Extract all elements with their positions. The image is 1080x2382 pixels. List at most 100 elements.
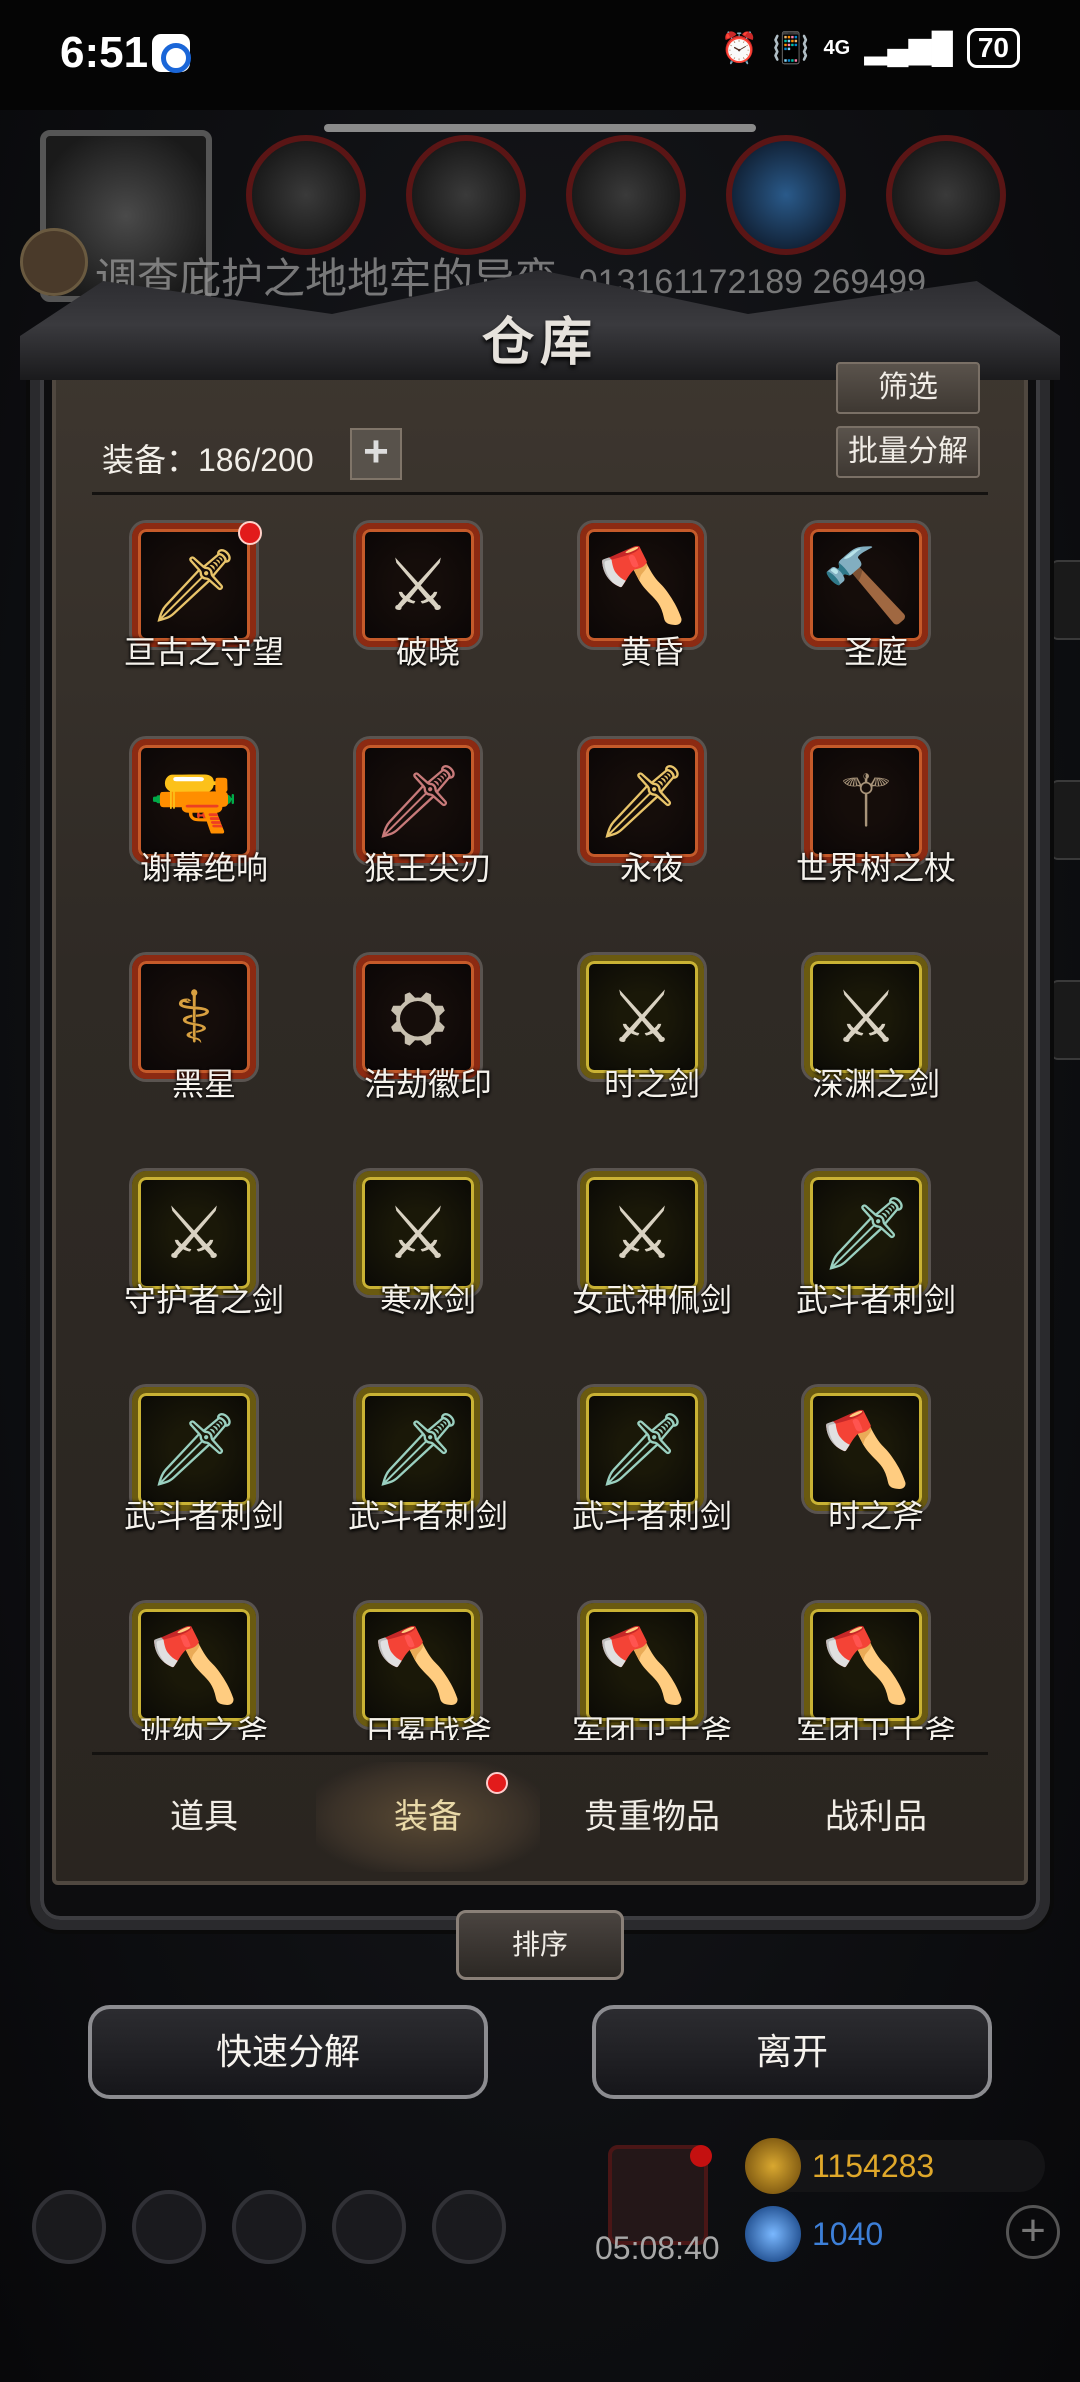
batch-decompose-button[interactable]: 批量分解 bbox=[836, 426, 980, 478]
tab-label: 装备 bbox=[394, 1798, 462, 1836]
inventory-item[interactable]: 🪓 黄昏 bbox=[540, 505, 764, 721]
gift-alert-dot bbox=[690, 2145, 712, 2167]
skill-slot-4 bbox=[726, 135, 846, 255]
item-name: 日冕战斧 bbox=[363, 1714, 492, 1740]
status-bar: 6:51 ⏰ 📳 4G ▂▄▆█ 70 bbox=[0, 0, 1080, 110]
axe-icon: 🪓 bbox=[597, 542, 687, 627]
inventory-item[interactable]: 🗡 永夜 bbox=[540, 721, 764, 937]
inventory-item[interactable]: 🗡 武斗者刺剑 bbox=[316, 1369, 540, 1585]
inventory-item[interactable]: 🗡 亘古之守望 bbox=[92, 505, 316, 721]
revolver-icon: 🔫 bbox=[149, 758, 239, 843]
hud-star-icon bbox=[132, 2190, 206, 2264]
inventory-item[interactable]: ⚔ 时之剑 bbox=[540, 937, 764, 1153]
inventory-item[interactable]: 🗡 武斗者刺剑 bbox=[92, 1369, 316, 1585]
item-name: 武斗者刺剑 bbox=[123, 1498, 284, 1534]
inventory-item[interactable]: 🗡 武斗者刺剑 bbox=[764, 1153, 988, 1369]
inventory-item[interactable]: 🪓 军团卫士斧 bbox=[540, 1585, 764, 1740]
inventory-item[interactable]: 🗡 狼王尖刃 bbox=[316, 721, 540, 937]
item-name: 深渊之剑 bbox=[811, 1066, 940, 1102]
filter-button[interactable]: 筛选 bbox=[836, 362, 980, 414]
tab-label: 道具 bbox=[170, 1798, 238, 1836]
sword-icon: ⚔ bbox=[609, 975, 675, 1059]
item-name: 军团卫士斧 bbox=[795, 1714, 956, 1740]
tab-1[interactable]: 装备 bbox=[316, 1762, 540, 1872]
item-name: 永夜 bbox=[619, 850, 684, 886]
rapier-icon: 🗡 bbox=[820, 1190, 912, 1275]
item-name: 黑星 bbox=[171, 1066, 236, 1102]
gesture-pill bbox=[324, 124, 756, 132]
item-name: 守护者之剑 bbox=[123, 1282, 284, 1318]
tab-3[interactable]: 战利品 bbox=[764, 1762, 988, 1872]
item-name: 寒冰剑 bbox=[379, 1282, 476, 1318]
tab-2[interactable]: 贵重物品 bbox=[540, 1762, 764, 1872]
hud-map-icon bbox=[232, 2190, 306, 2264]
new-item-dot bbox=[238, 521, 262, 545]
battery-indicator: 70 bbox=[966, 28, 1020, 68]
axe-icon: 🪓 bbox=[821, 1622, 911, 1707]
sword-icon: ⚔ bbox=[609, 1191, 675, 1275]
status-time: 6:51 bbox=[60, 28, 149, 77]
sword-icon: ⚔ bbox=[385, 1191, 451, 1275]
divider-bottom bbox=[92, 1752, 988, 1755]
add-currency-button: + bbox=[1006, 2205, 1060, 2259]
gem-icon bbox=[745, 2206, 801, 2262]
tab-0[interactable]: 道具 bbox=[92, 1762, 316, 1872]
expand-capacity-button[interactable]: + bbox=[350, 428, 402, 480]
item-name: 破晓 bbox=[395, 634, 460, 670]
inventory-item[interactable]: ⚔ 深渊之剑 bbox=[764, 937, 988, 1153]
sort-button[interactable]: 排序 bbox=[456, 1910, 624, 1980]
gift-timer: 05:08:40 bbox=[595, 2230, 720, 2266]
equipment-count: 装备：186/200 bbox=[102, 442, 314, 478]
leave-button[interactable]: 离开 bbox=[592, 2005, 992, 2099]
divider-top bbox=[92, 492, 988, 495]
inventory-tabs: 道具 装备 贵重物品 战利品 bbox=[92, 1762, 988, 1872]
item-name: 圣庭 bbox=[843, 634, 908, 670]
dagger-icon: 🗡 bbox=[148, 542, 240, 627]
inventory-item[interactable]: ⚚ 世界树之杖 bbox=[764, 721, 988, 937]
signal-icon: ▂▄▆█ bbox=[864, 31, 953, 65]
quest-scroll-icon bbox=[20, 228, 88, 296]
rapier-icon: 🗡 bbox=[148, 1406, 240, 1491]
item-name: 武斗者刺剑 bbox=[347, 1498, 508, 1534]
skill-slot-5 bbox=[886, 135, 1006, 255]
skill-slot-1 bbox=[246, 135, 366, 255]
item-name: 亘古之守望 bbox=[123, 634, 284, 670]
inventory-item[interactable]: ⚔ 破晓 bbox=[316, 505, 540, 721]
inventory-item[interactable]: 🗡 武斗者刺剑 bbox=[540, 1369, 764, 1585]
item-name: 班纳之斧 bbox=[139, 1714, 268, 1740]
tab-label: 贵重物品 bbox=[584, 1798, 720, 1836]
dagger-icon: 🗡 bbox=[596, 758, 688, 843]
inventory-item[interactable]: ⚔ 守护者之剑 bbox=[92, 1153, 316, 1369]
item-name: 浩劫徽印 bbox=[363, 1066, 492, 1102]
vibrate-icon: 📳 bbox=[772, 31, 810, 65]
inventory-grid: 🗡 亘古之守望 ⚔ 破晓 🪓 黄昏 🔨 圣庭 🔫 谢幕绝响 🗡 狼王尖刃 🗡 永夜 ⚚ 世界树之杖 ⚕ 黑星 ⛭ 浩劫… bbox=[92, 505, 988, 1740]
hud-mail-icon bbox=[332, 2190, 406, 2264]
quick-decompose-button[interactable]: 快速分解 bbox=[88, 2005, 488, 2099]
axe-icon: 🪓 bbox=[373, 1622, 463, 1707]
item-name: 谢幕绝响 bbox=[139, 850, 268, 886]
sword-icon: ⚔ bbox=[833, 975, 899, 1059]
item-name: 黄昏 bbox=[619, 634, 684, 670]
gold-amount: 1154283 bbox=[812, 2148, 935, 2184]
inventory-item[interactable]: 🪓 时之斧 bbox=[764, 1369, 988, 1585]
item-name: 时之斧 bbox=[827, 1498, 924, 1534]
inventory-item[interactable]: ⚔ 寒冰剑 bbox=[316, 1153, 540, 1369]
inventory-item[interactable]: 🔫 谢幕绝响 bbox=[92, 721, 316, 937]
inventory-item[interactable]: 🔨 圣庭 bbox=[764, 505, 988, 721]
blade-icon: 🗡 bbox=[372, 758, 464, 843]
inventory-item[interactable]: ⛭ 浩劫徽印 bbox=[316, 937, 540, 1153]
inventory-item[interactable]: 🪓 班纳之斧 bbox=[92, 1585, 316, 1740]
hud-settings-icon bbox=[32, 2190, 106, 2264]
rapier-icon: 🗡 bbox=[372, 1406, 464, 1491]
skill-slot-2 bbox=[406, 135, 526, 255]
scepter-icon: ⚕ bbox=[174, 975, 214, 1059]
inventory-item[interactable]: ⚔ 女武神佩剑 bbox=[540, 1153, 764, 1369]
app-notification-icon bbox=[152, 34, 191, 73]
inventory-item[interactable]: ⚕ 黑星 bbox=[92, 937, 316, 1153]
inventory-item[interactable]: 🪓 日冕战斧 bbox=[316, 1585, 540, 1740]
item-name: 世界树之杖 bbox=[795, 850, 956, 886]
skill-slot-3 bbox=[566, 135, 686, 255]
item-name: 武斗者刺剑 bbox=[571, 1498, 732, 1534]
item-name: 军团卫士斧 bbox=[571, 1714, 732, 1740]
inventory-item[interactable]: 🪓 军团卫士斧 bbox=[764, 1585, 988, 1740]
